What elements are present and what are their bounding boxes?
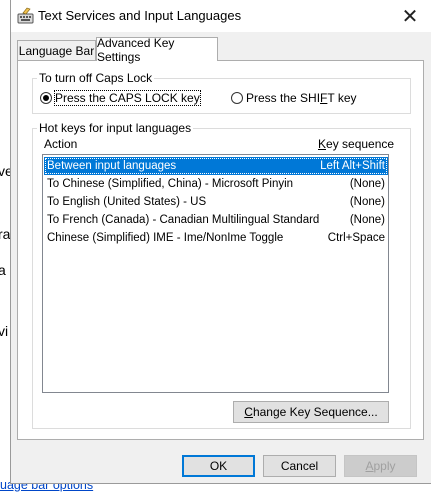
hotkeys-group-label: Hot keys for input languages <box>37 121 194 135</box>
close-icon: ✕ <box>401 5 419 28</box>
list-item[interactable]: To Chinese (Simplified, China) - Microso… <box>44 175 388 193</box>
keyboard-settings-icon <box>17 7 35 25</box>
radio-caps-lock-key[interactable]: Press the CAPS LOCK key <box>40 90 201 106</box>
text-services-dialog: Text Services and Input Languages ✕ Lang… <box>10 0 431 484</box>
column-header-key-sequence: Key sequence <box>318 137 395 151</box>
column-header-action: Action <box>44 137 78 151</box>
background-text-fragment: ra <box>0 226 11 242</box>
cancel-button[interactable]: Cancel <box>263 455 336 477</box>
radio-caps-lock-label: Press the CAPS LOCK key <box>54 90 201 106</box>
tab-language-bar[interactable]: Language Bar <box>17 40 96 60</box>
tab-panel: To turn off Caps Lock Press the CAPS LOC… <box>17 60 424 440</box>
radio-button[interactable] <box>231 92 243 104</box>
radio-button-selected[interactable] <box>40 92 52 104</box>
change-key-sequence-button[interactable]: Change Key Sequence... <box>233 401 389 423</box>
tab-advanced-key-settings[interactable]: Advanced Key Settings <box>96 36 218 64</box>
caps-lock-group-label: To turn off Caps Lock <box>37 71 155 85</box>
apply-button[interactable]: Apply <box>344 455 417 477</box>
title-bar: Text Services and Input Languages ✕ <box>11 0 431 32</box>
radio-shift-key[interactable]: Press the SHIFT key <box>231 91 357 105</box>
list-item[interactable]: To English (United States) - US (None) <box>44 193 388 211</box>
hotkeys-list[interactable]: Between input languages Left Alt+Shift T… <box>42 154 389 393</box>
list-item[interactable]: Chinese (Simplified) IME - Ime/NonIme To… <box>44 229 388 247</box>
background-text-fragment: a <box>0 262 6 278</box>
ok-button[interactable]: OK <box>182 455 255 477</box>
dialog-title: Text Services and Input Languages <box>38 8 242 23</box>
background-text-fragment: vi <box>0 323 9 339</box>
list-item[interactable]: Between input languages Left Alt+Shift <box>44 157 388 175</box>
radio-shift-label: Press the SHIFT key <box>246 91 357 105</box>
close-button[interactable]: ✕ <box>395 3 425 29</box>
background-window <box>0 0 10 492</box>
list-item[interactable]: To French (Canada) - Canadian Multilingu… <box>44 211 388 229</box>
